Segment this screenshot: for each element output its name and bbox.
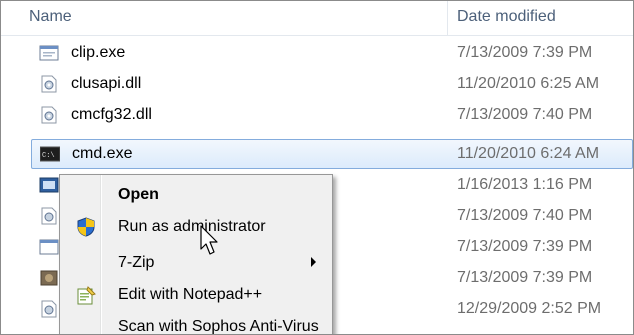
context-menu: Open Run as administrator 7-Zip Edit wit… (59, 174, 333, 335)
file-name: cmcfg32.dll (71, 106, 152, 123)
column-header: Name Date modified (1, 1, 633, 36)
dll-gear-icon (41, 75, 57, 93)
menu-item-run-as-administrator[interactable]: Run as administrator (62, 211, 328, 243)
file-list-window: Name Date modified clip.exe 7/13/2009 7:… (0, 0, 634, 335)
dll-gear-icon (41, 207, 57, 225)
file-row-cmcfg32-dll[interactable]: cmcfg32.dll 7/13/2009 7:40 PM (31, 100, 633, 130)
notepad-plus-plus-icon (77, 286, 96, 305)
file-date: 7/13/2009 7:39 PM (457, 269, 593, 286)
file-row-clusapi-dll[interactable]: clusapi.dll 11/20/2010 6:25 AM (31, 69, 633, 99)
file-date: 12/29/2009 2:52 PM (457, 300, 602, 317)
file-date: 11/20/2010 6:25 AM (457, 75, 600, 92)
console-icon: C:\ (40, 146, 60, 162)
column-header-name[interactable]: Name (29, 8, 72, 26)
exe-window-icon (39, 45, 59, 61)
file-name: cmd.exe (72, 145, 133, 162)
file-row-cmd-exe[interactable]: C:\ cmd.exe 11/20/2010 6:24 AM (31, 139, 633, 169)
file-date: 7/13/2009 7:40 PM (457, 106, 593, 123)
mouse-pointer-icon (200, 225, 218, 255)
file-date: 11/20/2010 6:24 AM (457, 145, 600, 162)
dll-gear-icon (41, 106, 57, 124)
menu-item-label: 7-Zip (118, 254, 155, 271)
menu-item-edit-with-notepad-plus-plus[interactable]: Edit with Notepad++ (62, 279, 328, 311)
file-date: 7/13/2009 7:39 PM (457, 238, 593, 255)
uac-shield-icon (77, 217, 95, 237)
menu-item-label: Scan with Sophos Anti-Virus (118, 318, 319, 335)
column-divider[interactable] (447, 1, 448, 35)
dll-gear-icon (41, 300, 57, 318)
file-date: 1/16/2013 1:16 PM (457, 176, 593, 193)
app-icon (39, 177, 59, 193)
exe-window-icon (39, 239, 59, 255)
menu-item-scan-with-sophos[interactable]: Scan with Sophos Anti-Virus (62, 311, 328, 335)
file-name: clusapi.dll (71, 75, 142, 92)
app-icon (40, 270, 58, 286)
menu-item-open[interactable]: Open (62, 179, 328, 211)
menu-item-7-zip[interactable]: 7-Zip (62, 247, 328, 279)
file-date: 7/13/2009 7:40 PM (457, 207, 593, 224)
file-row-clip-exe[interactable]: clip.exe 7/13/2009 7:39 PM (31, 38, 633, 68)
menu-item-label: Edit with Notepad++ (118, 286, 263, 303)
file-name: clip.exe (71, 44, 126, 61)
menu-item-label: Open (118, 186, 159, 203)
column-header-date-modified[interactable]: Date modified (457, 8, 556, 26)
svg-text:C:\: C:\ (42, 152, 55, 160)
menu-item-label: Run as administrator (118, 218, 266, 235)
file-date: 7/13/2009 7:39 PM (457, 44, 593, 61)
submenu-arrow-icon (311, 257, 316, 267)
